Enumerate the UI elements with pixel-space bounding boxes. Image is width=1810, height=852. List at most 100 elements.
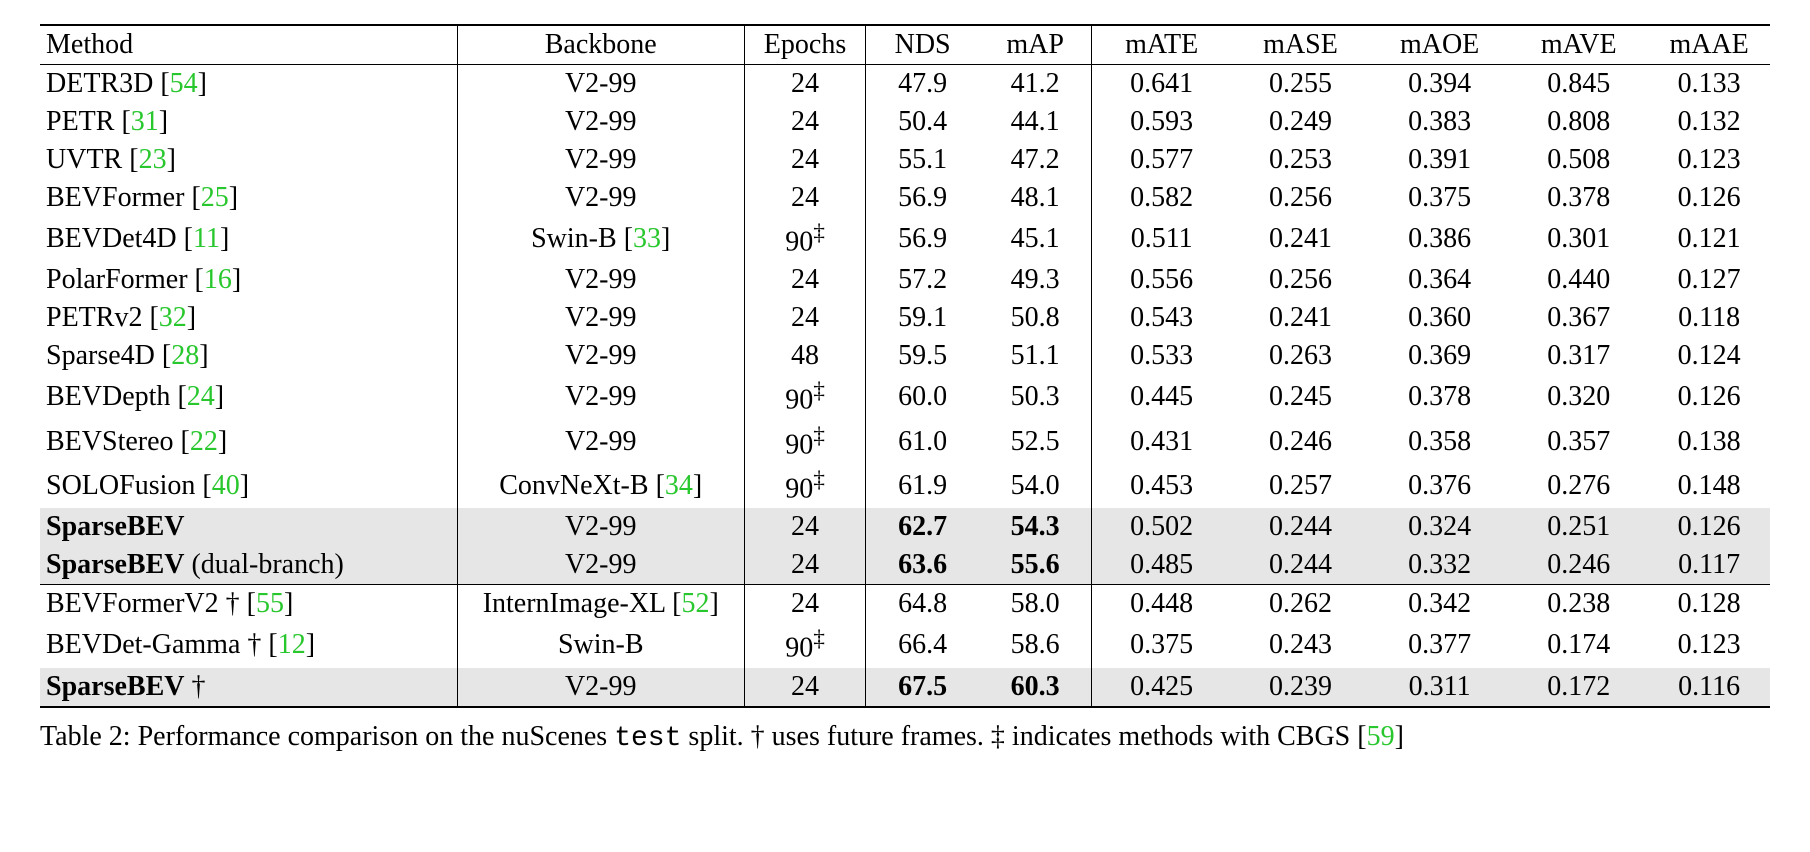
cell-nds: 59.1 <box>866 299 979 337</box>
cell-mase: 0.255 <box>1231 65 1370 104</box>
cell-backbone: V2-99 <box>457 508 744 546</box>
col-maae: mAAE <box>1648 25 1770 65</box>
cell-maoe: 0.358 <box>1370 420 1509 464</box>
method-name: DETR3D <box>46 68 153 99</box>
cell-epochs: 24 <box>744 668 866 707</box>
citation-link[interactable]: 16 <box>204 264 232 295</box>
cell-maoe: 0.364 <box>1370 261 1509 299</box>
cell-maae: 0.126 <box>1648 179 1770 217</box>
cell-maoe: 0.342 <box>1370 585 1509 624</box>
citation-link[interactable]: 28 <box>171 340 199 371</box>
cell-nds: 60.0 <box>866 375 979 419</box>
cell-backbone: Swin-B <box>457 623 744 667</box>
cell-backbone: V2-99 <box>457 420 744 464</box>
citation-link[interactable]: 23 <box>139 144 167 175</box>
cbgs-marker: ‡ <box>813 378 825 404</box>
table-row: BEVDet-Gamma † [12]Swin-B90‡66.458.60.37… <box>40 623 1770 667</box>
cell-mase: 0.253 <box>1231 141 1370 179</box>
citation-link[interactable]: 59 <box>1367 721 1395 752</box>
citation-link[interactable]: 22 <box>190 426 218 457</box>
method-name: BEVFormer <box>46 182 184 213</box>
cell-mate: 0.593 <box>1092 103 1231 141</box>
cell-epochs: 24 <box>744 103 866 141</box>
caption-text: Table 2: Performance comparison on the n… <box>40 721 614 752</box>
cell-epochs: 90‡ <box>744 623 866 667</box>
table-row: BEVStereo [22]V2-9990‡61.052.50.4310.246… <box>40 420 1770 464</box>
table-row: BEVFormerV2 † [55]InternImage-XL [52]246… <box>40 585 1770 624</box>
cell-method: BEVDet4D [11] <box>40 217 457 261</box>
cell-method: BEVStereo [22] <box>40 420 457 464</box>
cell-map: 54.0 <box>979 464 1092 508</box>
citation-link[interactable]: 12 <box>278 629 306 660</box>
cell-nds: 50.4 <box>866 103 979 141</box>
cell-maoe: 0.369 <box>1370 337 1509 375</box>
cell-mave: 0.808 <box>1509 103 1648 141</box>
cell-mate: 0.511 <box>1092 217 1231 261</box>
cell-backbone: V2-99 <box>457 375 744 419</box>
table-caption: Table 2: Performance comparison on the n… <box>40 718 1770 758</box>
citation-link[interactable]: 52 <box>681 588 709 619</box>
cell-mase: 0.241 <box>1231 217 1370 261</box>
cbgs-marker: ‡ <box>813 467 825 493</box>
cell-mave: 0.378 <box>1509 179 1648 217</box>
citation-link[interactable]: 31 <box>131 106 159 137</box>
cell-backbone: InternImage-XL [52] <box>457 585 744 624</box>
cell-epochs: 24 <box>744 141 866 179</box>
table-header-row: Method Backbone Epochs NDS mAP mATE mASE… <box>40 25 1770 65</box>
cell-backbone: V2-99 <box>457 179 744 217</box>
cell-epochs: 24 <box>744 546 866 585</box>
citation-link[interactable]: 33 <box>633 223 661 254</box>
citation-link[interactable]: 54 <box>170 68 198 99</box>
cell-maoe: 0.391 <box>1370 141 1509 179</box>
cell-mate: 0.431 <box>1092 420 1231 464</box>
citation-link[interactable]: 34 <box>665 470 693 501</box>
method-name: UVTR <box>46 144 122 175</box>
caption-text: split. † uses future frames. ‡ indicates… <box>681 721 1366 752</box>
cell-maoe: 0.375 <box>1370 179 1509 217</box>
cell-nds: 61.9 <box>866 464 979 508</box>
method-suffix: (dual-branch) <box>184 549 343 580</box>
citation-link[interactable]: 11 <box>193 223 220 254</box>
citation-link[interactable]: 24 <box>187 381 215 412</box>
method-name: PETR <box>46 106 114 137</box>
table-row: BEVDet4D [11]Swin-B [33]90‡56.945.10.511… <box>40 217 1770 261</box>
cell-nds: 56.9 <box>866 179 979 217</box>
cell-mate: 0.533 <box>1092 337 1231 375</box>
cell-backbone: V2-99 <box>457 141 744 179</box>
table-row: PETR [31]V2-992450.444.10.5930.2490.3830… <box>40 103 1770 141</box>
cell-map: 50.3 <box>979 375 1092 419</box>
cell-mase: 0.239 <box>1231 668 1370 707</box>
cell-epochs: 24 <box>744 508 866 546</box>
cell-epochs: 24 <box>744 299 866 337</box>
cell-mave: 0.251 <box>1509 508 1648 546</box>
cell-mave: 0.845 <box>1509 65 1648 104</box>
col-nds: NDS <box>866 25 979 65</box>
cbgs-marker: ‡ <box>813 423 825 449</box>
cell-mate: 0.556 <box>1092 261 1231 299</box>
cell-method: SparseBEV (dual-branch) <box>40 546 457 585</box>
cell-maoe: 0.360 <box>1370 299 1509 337</box>
citation-link[interactable]: 32 <box>159 302 187 333</box>
citation-link[interactable]: 25 <box>201 182 229 213</box>
method-name: SOLOFusion <box>46 470 195 501</box>
cell-map: 48.1 <box>979 179 1092 217</box>
cell-nds: 47.9 <box>866 65 979 104</box>
cell-mase: 0.245 <box>1231 375 1370 419</box>
cell-maoe: 0.394 <box>1370 65 1509 104</box>
cell-maae: 0.118 <box>1648 299 1770 337</box>
table-row: SOLOFusion [40]ConvNeXt-B [34]90‡61.954.… <box>40 464 1770 508</box>
cell-mate: 0.375 <box>1092 623 1231 667</box>
cell-mate: 0.425 <box>1092 668 1231 707</box>
citation-link[interactable]: 40 <box>212 470 240 501</box>
cell-map: 49.3 <box>979 261 1092 299</box>
cell-method: SparseBEV † <box>40 668 457 707</box>
cell-maae: 0.116 <box>1648 668 1770 707</box>
cell-backbone: V2-99 <box>457 337 744 375</box>
cell-backbone: V2-99 <box>457 668 744 707</box>
citation-link[interactable]: 55 <box>256 588 284 619</box>
cell-mate: 0.582 <box>1092 179 1231 217</box>
table-row: Sparse4D [28]V2-994859.551.10.5330.2630.… <box>40 337 1770 375</box>
col-mave: mAVE <box>1509 25 1648 65</box>
table-row: BEVDepth [24]V2-9990‡60.050.30.4450.2450… <box>40 375 1770 419</box>
cell-method: BEVFormer [25] <box>40 179 457 217</box>
